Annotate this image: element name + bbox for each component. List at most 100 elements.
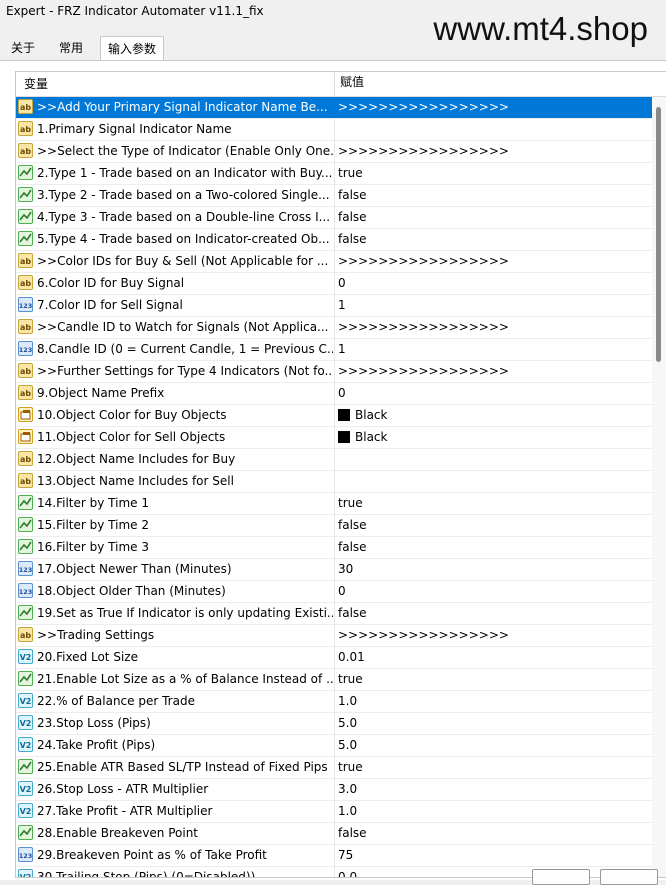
svg-text:ab: ab xyxy=(20,367,31,376)
parameter-row[interactable]: 123 29.Breakeven Point as % of Take Profi… xyxy=(16,845,652,867)
vertical-scrollbar[interactable] xyxy=(652,97,666,877)
parameter-row[interactable]: 28.Enable Breakeven Point false xyxy=(16,823,652,845)
parameter-row[interactable]: 123 7.Color ID for Sell Signal 1 xyxy=(16,295,652,317)
parameter-value[interactable]: >>>>>>>>>>>>>>>>> xyxy=(338,361,648,382)
parameter-value[interactable]: >>>>>>>>>>>>>>>>> xyxy=(338,141,648,162)
parameter-row[interactable]: ab >>Further Settings for Type 4 Indicato… xyxy=(16,361,652,383)
parameter-value[interactable]: false xyxy=(338,823,648,844)
parameter-value[interactable]: false xyxy=(338,603,648,624)
cell-divider xyxy=(334,339,335,360)
parameter-value[interactable]: true xyxy=(338,669,648,690)
parameter-value[interactable]: false xyxy=(338,207,648,228)
parameter-value[interactable]: 3.0 xyxy=(338,779,648,800)
parameter-row[interactable]: 4.Type 3 - Trade based on a Double-line … xyxy=(16,207,652,229)
parameter-row[interactable]: V2 24.Take Profit (Pips) 5.0 xyxy=(16,735,652,757)
parameter-value[interactable]: 0 xyxy=(338,383,648,404)
parameter-value[interactable]: false xyxy=(338,515,648,536)
parameter-row[interactable]: ab >>Trading Settings >>>>>>>>>>>>>>>>> xyxy=(16,625,652,647)
column-header-variable[interactable]: 变量 xyxy=(24,72,48,96)
parameter-row[interactable]: V2 27.Take Profit - ATR Multiplier 1.0 xyxy=(16,801,652,823)
parameter-value[interactable]: >>>>>>>>>>>>>>>>> xyxy=(338,97,648,118)
parameter-value[interactable]: 1 xyxy=(338,295,648,316)
parameter-row[interactable]: 10.Object Color for Buy Objects Black xyxy=(16,405,652,427)
parameter-row[interactable]: V2 20.Fixed Lot Size 0.01 xyxy=(16,647,652,669)
parameter-value[interactable]: true xyxy=(338,493,648,514)
parameter-row[interactable]: V2 23.Stop Loss (Pips) 5.0 xyxy=(16,713,652,735)
column-divider[interactable] xyxy=(334,72,335,96)
parameter-row[interactable]: 16.Filter by Time 3 false xyxy=(16,537,652,559)
parameter-value[interactable]: 30 xyxy=(338,559,648,580)
parameter-row[interactable]: 14.Filter by Time 1 true xyxy=(16,493,652,515)
string-param-icon: ab xyxy=(18,319,33,334)
parameter-value[interactable]: 75 xyxy=(338,845,648,866)
parameter-row[interactable]: ab 9.Object Name Prefix 0 xyxy=(16,383,652,405)
parameter-value-text: >>>>>>>>>>>>>>>>> xyxy=(338,364,509,378)
parameter-value-text: Black xyxy=(355,430,388,444)
parameter-value[interactable]: false xyxy=(338,185,648,206)
parameter-value[interactable]: 1.0 xyxy=(338,691,648,712)
parameter-value[interactable]: Black xyxy=(338,405,648,426)
parameter-row[interactable]: 123 17.Object Newer Than (Minutes) 30 xyxy=(16,559,652,581)
tab-common[interactable]: 常用 xyxy=(50,36,92,60)
parameter-grid: 变量 赋值 ab >>Add Your Primary Signal Indica… xyxy=(15,71,666,878)
parameter-value[interactable]: 0.01 xyxy=(338,647,648,668)
cell-divider xyxy=(334,427,335,448)
parameter-value[interactable]: 0 xyxy=(338,581,648,602)
cell-divider xyxy=(334,779,335,800)
scrollbar-thumb[interactable] xyxy=(656,107,661,362)
parameter-row[interactable]: 11.Object Color for Sell Objects Black xyxy=(16,427,652,449)
parameter-value[interactable]: 5.0 xyxy=(338,713,648,734)
parameter-row[interactable]: 2.Type 1 - Trade based on an Indicator w… xyxy=(16,163,652,185)
svg-text:V2: V2 xyxy=(20,873,32,878)
boolean-param-icon xyxy=(18,671,33,686)
parameter-row[interactable]: V2 26.Stop Loss - ATR Multiplier 3.0 xyxy=(16,779,652,801)
column-header-value[interactable]: 赋值 xyxy=(340,72,650,96)
parameter-row[interactable]: 19.Set as True If Indicator is only upda… xyxy=(16,603,652,625)
parameter-value-text: 0 xyxy=(338,584,346,598)
parameter-value[interactable]: false xyxy=(338,537,648,558)
parameter-value-text: false xyxy=(338,540,367,554)
parameter-row[interactable]: ab >>Select the Type of Indicator (Enable… xyxy=(16,141,652,163)
parameter-value[interactable]: 0 xyxy=(338,273,648,294)
parameter-row[interactable]: 25.Enable ATR Based SL/TP Instead of Fix… xyxy=(16,757,652,779)
double-param-icon: V2 xyxy=(18,693,33,708)
parameter-value-text: false xyxy=(338,188,367,202)
parameter-value[interactable]: true xyxy=(338,163,648,184)
parameter-row[interactable]: 123 18.Object Older Than (Minutes) 0 xyxy=(16,581,652,603)
parameter-value[interactable]: >>>>>>>>>>>>>>>>> xyxy=(338,251,648,272)
ok-button[interactable] xyxy=(532,869,590,885)
parameter-value[interactable]: 5.0 xyxy=(338,735,648,756)
parameter-row[interactable]: ab 13.Object Name Includes for Sell xyxy=(16,471,652,493)
parameter-row[interactable]: ab 6.Color ID for Buy Signal 0 xyxy=(16,273,652,295)
parameter-row[interactable]: 21.Enable Lot Size as a % of Balance Ins… xyxy=(16,669,652,691)
parameter-row[interactable]: 5.Type 4 - Trade based on Indicator-crea… xyxy=(16,229,652,251)
parameter-value[interactable]: Black xyxy=(338,427,648,448)
tab-about[interactable]: 关于 xyxy=(4,36,42,60)
parameter-row[interactable]: ab 12.Object Name Includes for Buy xyxy=(16,449,652,471)
string-param-icon: ab xyxy=(18,363,33,378)
parameter-value[interactable]: false xyxy=(338,229,648,250)
parameter-value[interactable]: 1.0 xyxy=(338,801,648,822)
parameter-row[interactable]: V2 22.% of Balance per Trade 1.0 xyxy=(16,691,652,713)
cell-divider xyxy=(334,383,335,404)
parameter-value[interactable]: >>>>>>>>>>>>>>>>> xyxy=(338,317,648,338)
svg-text:ab: ab xyxy=(20,257,31,266)
boolean-param-icon xyxy=(18,605,33,620)
parameter-value[interactable]: 1 xyxy=(338,339,648,360)
parameter-row[interactable]: 123 8.Candle ID (0 = Current Candle, 1 = … xyxy=(16,339,652,361)
parameter-row[interactable]: 3.Type 2 - Trade based on a Two-colored … xyxy=(16,185,652,207)
svg-text:V2: V2 xyxy=(20,653,32,662)
parameter-row[interactable]: ab >>Candle ID to Watch for Signals (Not … xyxy=(16,317,652,339)
cancel-button[interactable] xyxy=(600,869,658,885)
parameter-row[interactable]: ab 1.Primary Signal Indicator Name xyxy=(16,119,652,141)
parameter-value[interactable]: >>>>>>>>>>>>>>>>> xyxy=(338,625,648,646)
parameter-name: 22.% of Balance per Trade xyxy=(37,694,195,708)
parameter-row[interactable]: ab >>Add Your Primary Signal Indicator Na… xyxy=(16,97,652,119)
parameter-value[interactable]: true xyxy=(338,757,648,778)
parameter-row[interactable]: 15.Filter by Time 2 false xyxy=(16,515,652,537)
tab-inputs[interactable]: 输入参数 xyxy=(100,36,164,62)
parameter-value-text: true xyxy=(338,672,363,686)
parameter-row[interactable]: ab >>Color IDs for Buy & Sell (Not Applic… xyxy=(16,251,652,273)
cell-divider xyxy=(334,625,335,646)
cell-divider xyxy=(334,581,335,602)
